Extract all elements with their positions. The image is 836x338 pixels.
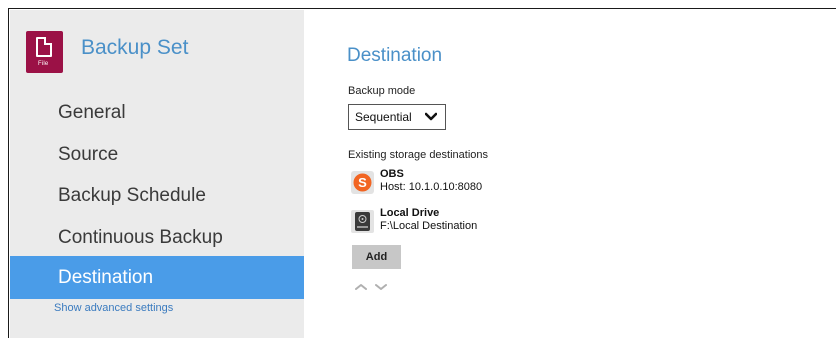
backup-mode-select[interactable]: Sequential — [348, 104, 446, 130]
destination-detail: F:\Local Destination — [380, 220, 478, 232]
destination-item-obs[interactable]: S OBS Host: 10.1.0.10:8080 — [351, 168, 571, 200]
sidebar-item-backup-schedule[interactable]: Backup Schedule — [10, 174, 304, 217]
move-down-icon[interactable] — [375, 283, 387, 291]
sidebar-item-general[interactable]: General — [10, 91, 304, 134]
destination-item-local-drive[interactable]: Local Drive F:\Local Destination — [351, 207, 571, 239]
page-title: Destination — [347, 45, 443, 66]
add-destination-button[interactable]: Add — [352, 245, 401, 269]
file-icon-tag: File — [38, 61, 49, 67]
backup-mode-label: Backup mode — [348, 85, 416, 97]
destination-name: OBS — [380, 168, 404, 180]
file-backup-set-icon: File — [26, 31, 63, 73]
sidebar-item-destination[interactable]: Destination — [10, 256, 304, 299]
backup-mode-value: Sequential — [355, 110, 412, 124]
destination-name: Local Drive — [380, 207, 440, 219]
sidebar-title: Backup Set — [81, 36, 189, 59]
obs-logo-icon: S — [351, 171, 374, 194]
sidebar-item-continuous-backup[interactable]: Continuous Backup — [10, 216, 304, 259]
sidebar-item-source[interactable]: Source — [10, 133, 304, 176]
destination-detail: Host: 10.1.0.10:8080 — [380, 181, 483, 193]
show-advanced-settings-link[interactable]: Show advanced settings — [54, 302, 173, 314]
move-up-icon[interactable] — [355, 283, 367, 291]
existing-destinations-label: Existing storage destinations — [348, 149, 489, 161]
local-drive-icon — [351, 210, 374, 233]
svg-text:S: S — [358, 175, 367, 190]
sidebar: File Backup Set General Source Backup Sc… — [10, 10, 304, 338]
main-panel: Destination Backup mode Sequential Exist… — [304, 9, 836, 338]
chevron-down-icon — [425, 112, 437, 121]
file-page-shape — [36, 37, 52, 57]
backup-set-window: File Backup Set General Source Backup Sc… — [8, 8, 836, 338]
